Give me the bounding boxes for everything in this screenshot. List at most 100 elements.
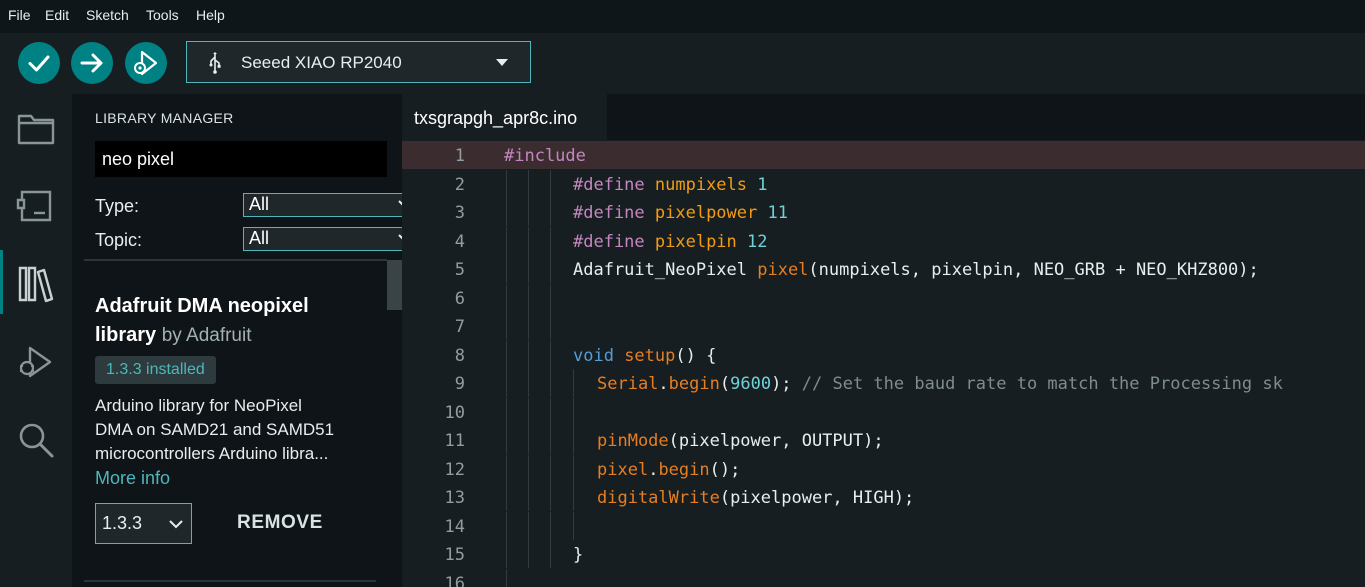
board-selector[interactable]: Seeed XIAO RP2040 bbox=[186, 41, 531, 83]
scrollbar-thumb[interactable] bbox=[387, 260, 402, 310]
code-line[interactable]: 3 #define pixelpower 11 bbox=[402, 198, 1365, 226]
indent-guide bbox=[550, 283, 551, 312]
indent-guide bbox=[506, 255, 507, 283]
divider bbox=[84, 580, 376, 582]
indent-guide bbox=[506, 340, 507, 369]
indent-guide bbox=[573, 426, 574, 454]
line-number: 14 bbox=[444, 516, 465, 537]
indent-guide bbox=[528, 454, 529, 483]
version-select[interactable]: 1.3.3 bbox=[95, 503, 192, 544]
indent-guide bbox=[506, 312, 507, 340]
board-icon[interactable] bbox=[16, 186, 56, 226]
indent-guide bbox=[550, 483, 551, 511]
active-indicator bbox=[0, 250, 3, 314]
indent-guide bbox=[550, 426, 551, 454]
code-line[interactable]: 10 bbox=[402, 397, 1365, 426]
indent-guide bbox=[550, 340, 551, 369]
indent-guide bbox=[550, 540, 551, 568]
indent-guide bbox=[506, 426, 507, 454]
library-manager-panel: LIBRARY MANAGER Type: All Topic: All Ada… bbox=[72, 94, 421, 587]
code-text: pixel.begin(); bbox=[597, 459, 741, 480]
board-name: Seeed XIAO RP2040 bbox=[241, 53, 402, 72]
search-icon[interactable] bbox=[16, 420, 56, 460]
code-line[interactable]: 11 pinMode(pixelpower, OUTPUT); bbox=[402, 426, 1365, 454]
indent-guide bbox=[528, 226, 529, 255]
indent-guide bbox=[550, 312, 551, 340]
code-text: Adafruit_NeoPixel pixel(numpixels, pixel… bbox=[573, 260, 1259, 280]
line-number: 10 bbox=[444, 402, 465, 423]
indent-guide bbox=[550, 198, 551, 226]
topic-value: All bbox=[249, 228, 270, 248]
code-line[interactable]: 1 #include bbox=[402, 141, 1365, 169]
code-line[interactable]: 14 bbox=[402, 511, 1365, 540]
indent-guide bbox=[506, 198, 507, 226]
line-number: 9 bbox=[454, 374, 465, 394]
menu-bar: File Edit Sketch Tools Help bbox=[0, 0, 1365, 33]
code-line[interactable]: 15} bbox=[402, 540, 1365, 568]
menu-tools[interactable]: Tools bbox=[146, 7, 179, 23]
indent-guide bbox=[550, 369, 551, 397]
indent-guide bbox=[528, 511, 529, 540]
indent-guide bbox=[528, 397, 529, 426]
verify-button[interactable] bbox=[18, 42, 60, 84]
menu-sketch[interactable]: Sketch bbox=[86, 7, 129, 23]
library-icon[interactable] bbox=[16, 264, 56, 304]
code-line[interactable]: 6 bbox=[402, 283, 1365, 312]
indent-guide bbox=[506, 283, 507, 312]
indent-guide bbox=[573, 369, 574, 397]
library-search-input[interactable] bbox=[95, 141, 387, 177]
code-line[interactable]: 9 Serial.begin(9600); // Set the baud rat… bbox=[402, 369, 1365, 397]
debug-icon[interactable] bbox=[16, 342, 56, 382]
code-text: void setup() { bbox=[573, 345, 717, 366]
debug-button[interactable] bbox=[125, 42, 167, 84]
menu-help[interactable]: Help bbox=[196, 7, 225, 23]
arrow-right-icon bbox=[80, 53, 103, 73]
indent-guide bbox=[506, 568, 507, 587]
code-line[interactable]: 2 #define numpixels 1 bbox=[402, 169, 1365, 198]
indent-guide bbox=[506, 169, 507, 198]
panel-title: LIBRARY MANAGER bbox=[95, 110, 234, 126]
code-line[interactable]: 16 bbox=[402, 568, 1365, 587]
indent-guide bbox=[528, 426, 529, 454]
indent-guide bbox=[573, 483, 574, 511]
code-line[interactable]: 5 Adafruit_NeoPixel pixel(numpixels, pixe… bbox=[402, 255, 1365, 283]
indent-guide bbox=[528, 483, 529, 511]
menu-edit[interactable]: Edit bbox=[45, 7, 69, 23]
code-line[interactable]: 12 pixel.begin(); bbox=[402, 454, 1365, 483]
indent-guide bbox=[528, 540, 529, 568]
menu-file[interactable]: File bbox=[8, 7, 31, 23]
indent-guide bbox=[528, 369, 529, 397]
indent-guide bbox=[528, 255, 529, 283]
indent-guide bbox=[506, 454, 507, 483]
caret-down-icon bbox=[496, 59, 508, 66]
more-info-link[interactable]: More info bbox=[95, 468, 170, 489]
upload-button[interactable] bbox=[71, 42, 113, 84]
topic-select[interactable]: All bbox=[243, 227, 421, 251]
indent-guide bbox=[528, 169, 529, 198]
line-number: 5 bbox=[454, 260, 465, 280]
library-name: Adafruit DMA neopixel library by Adafrui… bbox=[95, 295, 309, 346]
type-label: Type: bbox=[95, 196, 140, 216]
line-number: 7 bbox=[454, 317, 465, 337]
type-value: All bbox=[249, 194, 270, 214]
indent-guide bbox=[506, 540, 507, 568]
folder-icon[interactable] bbox=[16, 108, 56, 148]
code-line[interactable]: 7 bbox=[402, 312, 1365, 340]
code-line[interactable]: 13 digitalWrite(pixelpower, HIGH); bbox=[402, 483, 1365, 511]
indent-guide bbox=[506, 369, 507, 397]
indent-guide bbox=[550, 454, 551, 483]
remove-button[interactable]: REMOVE bbox=[237, 512, 323, 534]
editor-tab-bar: txsgrapgh_apr8c.ino bbox=[402, 94, 1365, 140]
indent-guide bbox=[550, 255, 551, 283]
code-line[interactable]: 8 void setup() { bbox=[402, 340, 1365, 369]
type-select[interactable]: All bbox=[243, 193, 421, 217]
code-line[interactable]: 4 #define pixelpin 12 bbox=[402, 226, 1365, 255]
divider bbox=[84, 259, 387, 261]
indent-guide bbox=[550, 226, 551, 255]
code-editor[interactable]: 1 #include 2 #define numpixels 1 3 #define pi… bbox=[402, 140, 1365, 587]
tab-sketch-file[interactable]: txsgrapgh_apr8c.ino bbox=[402, 94, 607, 140]
code-text: #define pixelpower 11 bbox=[573, 203, 788, 223]
indent-guide bbox=[573, 397, 574, 426]
indent-guide bbox=[506, 511, 507, 540]
topic-label: Topic: bbox=[95, 230, 143, 250]
